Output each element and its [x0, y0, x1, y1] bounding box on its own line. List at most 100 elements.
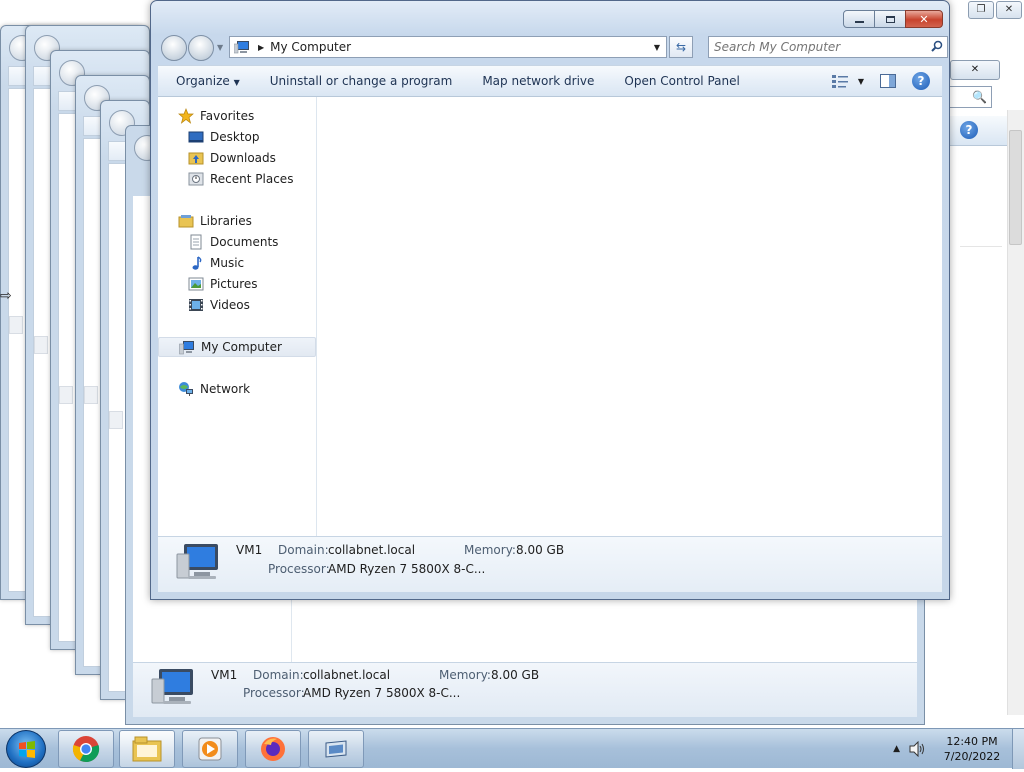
- map-network-drive-button[interactable]: Map network drive: [467, 74, 609, 88]
- uninstall-program-button[interactable]: Uninstall or change a program: [255, 74, 468, 88]
- domain-value: collabnet.local: [303, 668, 391, 682]
- history-dropdown-icon[interactable]: ▼: [217, 43, 223, 52]
- desktop-icon: [188, 131, 204, 143]
- computer-name: VM1: [236, 543, 263, 557]
- nav-pictures[interactable]: Pictures: [158, 274, 316, 294]
- computer-icon: [176, 544, 218, 579]
- nav-music[interactable]: Music: [158, 253, 316, 273]
- nav-downloads[interactable]: Downloads: [158, 148, 316, 168]
- organize-button[interactable]: Organize ▼: [158, 74, 255, 88]
- forward-button[interactable]: [188, 35, 214, 61]
- scrollbar-thumb[interactable]: [1009, 130, 1022, 245]
- volume-icon[interactable]: [908, 741, 926, 757]
- address-bar[interactable]: ▶ My Computer ▼: [229, 36, 667, 58]
- nav-label: Recent Places: [210, 172, 294, 186]
- computer-icon: [234, 41, 249, 54]
- clock[interactable]: 12:40 PM 7/20/2022: [932, 734, 1012, 764]
- network-icon: [179, 382, 193, 396]
- computer-icon: [179, 341, 194, 355]
- pictures-icon: [188, 277, 204, 291]
- command-bar: Organize ▼ Uninstall or change a program…: [158, 65, 942, 97]
- nav-desktop[interactable]: Desktop: [158, 127, 316, 147]
- explorer-icon: [132, 736, 162, 762]
- minimize-button[interactable]: [843, 10, 875, 28]
- refresh-button[interactable]: ⇆: [669, 36, 693, 58]
- nav-label: Music: [210, 256, 245, 270]
- recent-places-icon: [188, 172, 204, 186]
- nav-label: Videos: [210, 298, 250, 312]
- address-row: ▼ ▶ My Computer ▼ ⇆: [159, 34, 948, 61]
- system-tray: ▲ 12:40 PM 7/20/2022: [893, 729, 1024, 769]
- firefox-icon: [261, 737, 285, 761]
- search-box[interactable]: [708, 36, 948, 58]
- close-icon: ✕: [919, 12, 929, 26]
- search-icon[interactable]: 🔍: [972, 90, 987, 104]
- nav-label: My Computer: [201, 340, 282, 354]
- open-control-panel-button[interactable]: Open Control Panel: [609, 74, 754, 88]
- chrome-icon: [72, 736, 100, 763]
- taskbar-explorer[interactable]: [119, 730, 175, 768]
- show-hidden-icons-icon[interactable]: ▲: [893, 744, 900, 754]
- videos-icon: [189, 299, 203, 311]
- nav-label: Downloads: [210, 151, 276, 165]
- nav-label: Libraries: [200, 214, 252, 228]
- breadcrumb-my-computer[interactable]: My Computer: [270, 40, 351, 54]
- nav-label: Pictures: [210, 277, 258, 291]
- organize-label: Organize: [176, 74, 230, 88]
- search-input[interactable]: [709, 38, 927, 56]
- explorer-window: ✕ ▼ ▶ My Computer ▼ ⇆ Search My Computer…: [150, 0, 950, 600]
- nav-label: Documents: [210, 235, 279, 249]
- maximize-button[interactable]: [875, 10, 905, 28]
- memory-value: 8.00 GB: [491, 668, 540, 682]
- nav-favorites[interactable]: Favorites: [158, 106, 316, 126]
- nav-network[interactable]: Network: [158, 379, 316, 399]
- clock-time: 12:40 PM: [946, 735, 998, 748]
- desktop: ❐ ✕ ✕ 🔍 ? VM1 Domain: collabnet.local Me…: [0, 0, 1024, 728]
- start-button[interactable]: [6, 730, 46, 768]
- taskbar-window-switcher[interactable]: [308, 730, 364, 768]
- mouse-cursor-icon: ⇨: [0, 288, 12, 304]
- maximize-icon: [885, 15, 895, 23]
- close-icon[interactable]: ✕: [996, 1, 1022, 19]
- processor-value: AMD Ryzen 7 5800X 8-C...: [303, 686, 461, 700]
- star-icon: [178, 108, 194, 124]
- libraries-icon: [178, 215, 194, 228]
- show-desktop-button[interactable]: [1012, 729, 1024, 769]
- nav-documents[interactable]: Documents: [158, 232, 316, 252]
- nav-label: Favorites: [200, 109, 255, 123]
- media-player-icon: [198, 737, 222, 761]
- processor-label: Processor:: [268, 562, 330, 576]
- taskbar-chrome[interactable]: [58, 730, 114, 768]
- processor-value: AMD Ryzen 7 5800X 8-C...: [328, 562, 486, 576]
- taskbar-media-player[interactable]: [182, 730, 238, 768]
- domain-label: Domain:: [253, 668, 304, 682]
- music-icon: [192, 256, 202, 270]
- help-icon[interactable]: ?: [960, 121, 978, 139]
- help-icon[interactable]: ?: [912, 72, 930, 90]
- computer-icon: [151, 669, 193, 704]
- domain-label: Domain:: [278, 543, 329, 557]
- domain-value: collabnet.local: [328, 543, 416, 557]
- clock-date: 7/20/2022: [943, 750, 1001, 763]
- file-list-pane[interactable]: [318, 97, 942, 537]
- search-icon[interactable]: [927, 40, 947, 55]
- view-options-icon: [831, 75, 848, 88]
- nav-videos[interactable]: Videos: [158, 295, 316, 315]
- breadcrumb-separator-icon[interactable]: ▶: [258, 43, 264, 52]
- nav-recent-places[interactable]: Recent Places: [158, 169, 316, 189]
- navigation-pane: Favorites Desktop Downloads Recent Place…: [158, 97, 317, 537]
- taskbar-firefox[interactable]: [245, 730, 301, 768]
- close-button[interactable]: ✕: [905, 10, 943, 28]
- windows-logo-icon: [19, 741, 35, 758]
- back-button[interactable]: [161, 35, 187, 61]
- nav-my-computer[interactable]: My Computer: [158, 337, 316, 357]
- close-icon[interactable]: ✕: [950, 60, 1000, 80]
- address-dropdown-icon[interactable]: ▼: [648, 43, 666, 52]
- preview-pane-icon[interactable]: [880, 74, 896, 88]
- window-switcher-icon: [325, 740, 347, 758]
- caption-buttons: ✕: [843, 10, 943, 28]
- computer-name: VM1: [211, 668, 238, 682]
- restore-icon[interactable]: ❐: [968, 1, 994, 19]
- change-view-button[interactable]: ▼: [831, 74, 864, 88]
- nav-libraries[interactable]: Libraries: [158, 211, 316, 231]
